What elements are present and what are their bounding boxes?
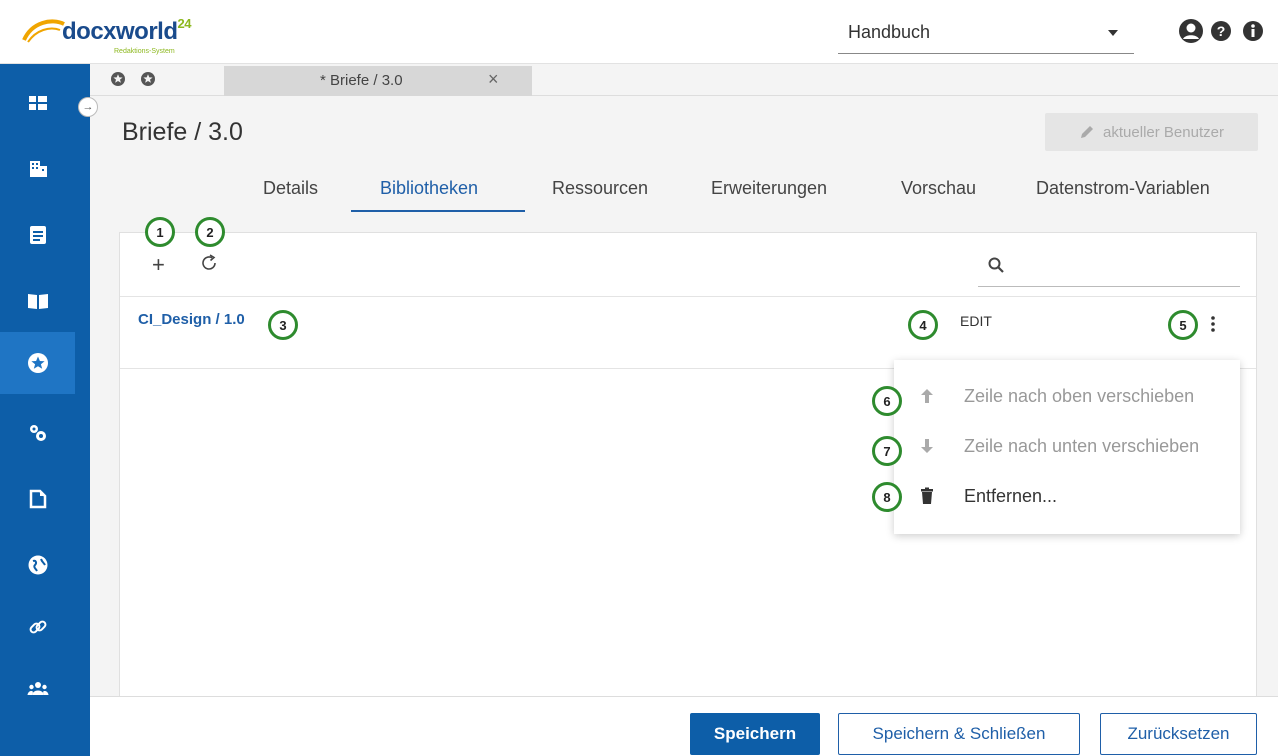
- app-logo[interactable]: docxworld24 Redaktions-System: [22, 8, 222, 58]
- sidebar-item-documents[interactable]: [0, 204, 75, 266]
- project-select-value: Handbuch: [848, 22, 931, 42]
- library-link[interactable]: CI_Design / 1.0: [138, 311, 245, 328]
- callout-marker: 5: [1168, 310, 1198, 340]
- menu-item-move-up[interactable]: Zeile nach oben verschieben: [964, 386, 1194, 407]
- tab-preview[interactable]: Vorschau: [901, 178, 976, 199]
- trash-icon: [921, 487, 933, 504]
- star-icon: [27, 353, 48, 373]
- document-icon: [29, 226, 46, 244]
- search-icon: [988, 257, 1004, 273]
- active-tab-indicator: [351, 210, 525, 212]
- project-select[interactable]: Handbuch: [838, 12, 1134, 54]
- sidebar-item-organization[interactable]: [0, 138, 75, 200]
- top-bar: docxworld24 Redaktions-System Handbuch ?: [0, 0, 1278, 64]
- book-icon: [27, 294, 48, 309]
- reset-button[interactable]: Zurücksetzen: [1100, 713, 1257, 755]
- sidebar-item-users[interactable]: [0, 658, 75, 720]
- sidebar-item-languages[interactable]: [0, 534, 75, 596]
- sidebar-item-manuals[interactable]: [0, 270, 75, 332]
- menu-item-remove[interactable]: Entfernen...: [964, 486, 1057, 507]
- menu-item-move-down[interactable]: Zeile nach unten verschieben: [964, 436, 1199, 457]
- callout-marker: 8: [872, 482, 902, 512]
- logo-tagline: Redaktions-System: [114, 48, 175, 55]
- settings-icon: [29, 425, 46, 441]
- building-icon: [29, 161, 47, 177]
- close-icon[interactable]: ×: [488, 69, 499, 90]
- sidebar-item-settings[interactable]: [0, 402, 75, 464]
- callout-marker: 6: [872, 386, 902, 416]
- current-user-button-label: aktueller Benutzer: [1103, 123, 1224, 141]
- sidebar-expand-button[interactable]: →: [78, 97, 98, 117]
- sidebar-item-dashboard[interactable]: [0, 72, 75, 134]
- sidebar-item-favorites[interactable]: [0, 332, 75, 394]
- arrow-down-icon: [921, 439, 933, 453]
- users-icon: [27, 682, 48, 695]
- tab-resources[interactable]: Ressourcen: [552, 178, 648, 199]
- logo-wordmark: docxworld24: [62, 16, 192, 46]
- help-icon[interactable]: ?: [1210, 20, 1232, 42]
- tab-libraries[interactable]: Bibliotheken: [380, 178, 478, 199]
- chevron-down-icon: [1108, 30, 1118, 36]
- pencil-icon: [1081, 126, 1094, 138]
- save-and-close-button[interactable]: Speichern & Schließen: [838, 713, 1080, 755]
- sidebar-item-links[interactable]: [0, 596, 75, 658]
- document-tabstrip: * Briefe / 3.0 ×: [90, 64, 1278, 96]
- callout-marker: 7: [872, 436, 902, 466]
- star-icon[interactable]: [110, 71, 126, 87]
- brand-suffix: 24: [177, 16, 192, 31]
- callout-marker: 1: [145, 217, 175, 247]
- logo-swoosh-icon: [22, 19, 65, 43]
- info-icon[interactable]: [1242, 20, 1264, 42]
- sidebar: [0, 64, 90, 756]
- link-icon: [29, 620, 46, 634]
- tab-datastream-variables[interactable]: Datenstrom-Variablen: [1036, 178, 1210, 199]
- dashboard-icon: [28, 96, 47, 110]
- add-button[interactable]: +: [152, 252, 165, 278]
- sidebar-item-files[interactable]: [0, 468, 75, 530]
- arrow-right-icon: →: [82, 101, 94, 113]
- callout-marker: 4: [908, 310, 938, 340]
- edit-button[interactable]: EDIT: [960, 313, 992, 329]
- save-button[interactable]: Speichern: [690, 713, 820, 755]
- more-options-icon[interactable]: [1209, 314, 1217, 334]
- brand-name: docxworld: [62, 18, 178, 45]
- star-icon[interactable]: [140, 71, 156, 87]
- document-tab-label: * Briefe / 3.0: [320, 72, 403, 89]
- document-tab[interactable]: * Briefe / 3.0 ×: [224, 66, 532, 96]
- divider: [120, 296, 1256, 297]
- callout-marker: 2: [195, 217, 225, 247]
- search-field[interactable]: [978, 243, 1240, 287]
- refresh-icon[interactable]: [198, 252, 220, 274]
- globe-icon: [28, 555, 47, 575]
- callout-marker: 3: [268, 310, 298, 340]
- user-icon[interactable]: [1178, 18, 1204, 44]
- tab-details[interactable]: Details: [263, 178, 318, 199]
- file-icon: [29, 489, 46, 509]
- svg-text:?: ?: [1217, 23, 1226, 39]
- tab-extensions[interactable]: Erweiterungen: [711, 178, 827, 199]
- search-input[interactable]: [1014, 251, 1234, 279]
- arrow-up-icon: [921, 389, 933, 403]
- current-user-button[interactable]: aktueller Benutzer: [1045, 113, 1258, 151]
- page-title: Briefe / 3.0: [122, 118, 243, 146]
